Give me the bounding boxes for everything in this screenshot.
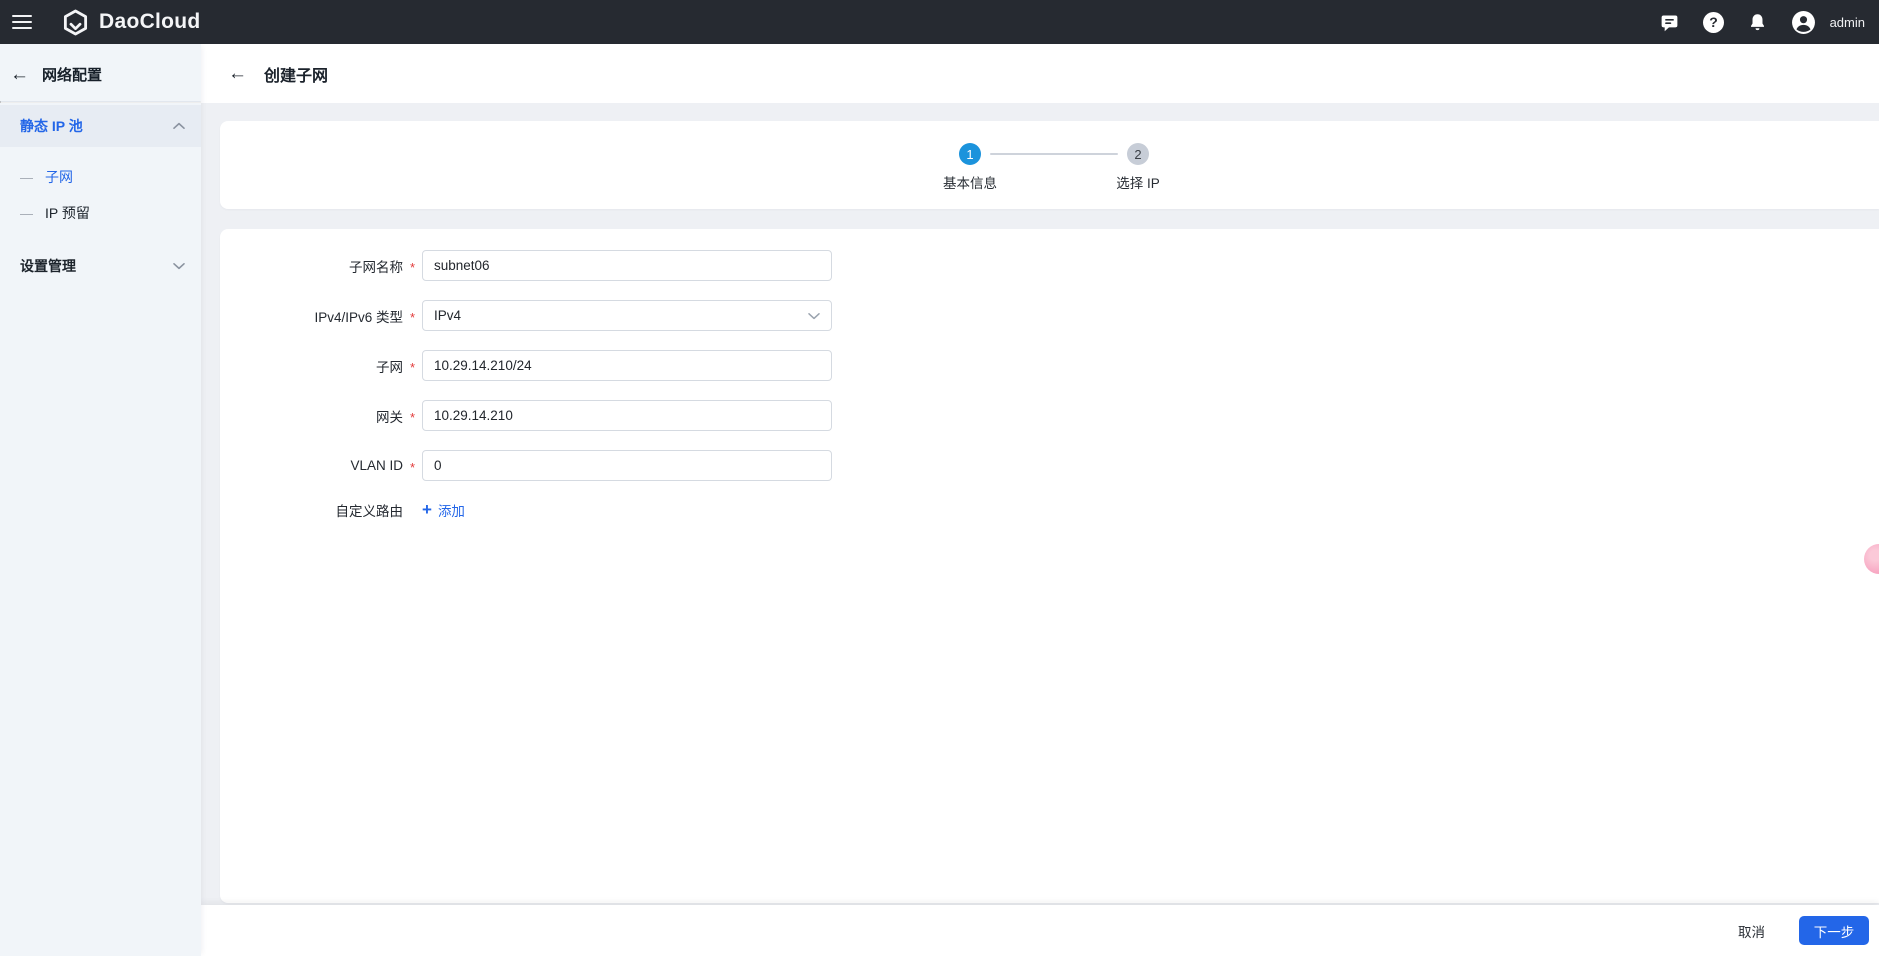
sidebar-back-arrow-icon[interactable]: ← [10, 65, 29, 84]
required-asterisk: * [409, 409, 416, 425]
footer-action-bar: 取消 下一步 [201, 905, 1879, 956]
sidebar-group-label: 静态 IP 池 [20, 118, 83, 134]
brand-logo[interactable]: DaoCloud [62, 9, 201, 36]
sidebar-divider [0, 101, 201, 103]
sidebar-group-static-ip-pool[interactable]: 静态 IP 池 [0, 105, 201, 147]
page-header: ← 创建子网 [201, 44, 1879, 103]
add-route-label: 添加 [437, 504, 465, 519]
stepper-card: 1 2 基本信息 选择 IP [220, 121, 1879, 209]
sidebar-item-label: 子网 [45, 169, 73, 185]
topbar: DaoCloud ? admin [0, 0, 1879, 44]
chevron-up-icon [173, 122, 185, 130]
main-content: ← 创建子网 1 2 基本信息 选择 IP 子网名称 * IPv4/IPv6 类… [201, 44, 1879, 956]
notifications-bell-icon[interactable] [1747, 11, 1769, 33]
step-1-label: 基本信息 [943, 176, 997, 191]
step-2-circle: 2 [1127, 143, 1149, 165]
field-label: VLAN ID [350, 458, 403, 473]
chevron-down-icon [173, 262, 185, 270]
field-label: 网关 [376, 409, 403, 425]
add-route-button[interactable]: + 添加 [422, 500, 465, 520]
subnet-name-input[interactable] [422, 250, 832, 281]
cancel-button[interactable]: 取消 [1732, 920, 1771, 942]
required-asterisk: * [409, 459, 416, 475]
next-step-button[interactable]: 下一步 [1799, 916, 1869, 945]
sidebar-item-label: IP 预留 [45, 205, 90, 221]
form-row-custom-route: 自定义路由 + 添加 [220, 500, 1879, 520]
dash-icon: — [20, 205, 33, 221]
gateway-input[interactable] [422, 400, 832, 431]
sidebar: ← 网络配置 静态 IP 池 — 子网 — IP 预留 设置管理 [0, 44, 201, 956]
page-title: 创建子网 [264, 67, 329, 85]
form-row-subnet-name: 子网名称 * [220, 250, 1879, 281]
dash-icon: — [20, 169, 33, 185]
hamburger-menu-icon[interactable] [12, 15, 32, 29]
form-row-subnet-cidr: 子网 * [220, 350, 1879, 381]
field-label: 子网 [376, 359, 403, 375]
ip-type-select[interactable]: IPv4 [422, 300, 832, 331]
vlan-id-input[interactable] [422, 450, 832, 481]
form-row-vlan-id: VLAN ID * [220, 450, 1879, 481]
brand-name: DaoCloud [99, 10, 201, 33]
messages-icon[interactable] [1659, 11, 1681, 33]
form-row-gateway: 网关 * [220, 400, 1879, 431]
step-connector-line [990, 153, 1118, 155]
sidebar-title: 网络配置 [42, 67, 103, 84]
sidebar-group-label: 设置管理 [20, 258, 76, 274]
form-row-ip-type: IPv4/IPv6 类型 * IPv4 [220, 300, 1879, 331]
form-card: 子网名称 * IPv4/IPv6 类型 * IPv4 子网 [220, 229, 1879, 903]
plus-icon: + [422, 499, 432, 519]
field-label: 自定义路由 [335, 504, 404, 519]
required-asterisk: * [409, 259, 416, 275]
sidebar-group-settings[interactable]: 设置管理 [0, 245, 201, 287]
field-label: 子网名称 [349, 259, 403, 275]
daocloud-cube-icon [62, 9, 89, 36]
chevron-down-icon [808, 312, 820, 320]
page-back-arrow-icon[interactable]: ← [228, 64, 247, 83]
avatar[interactable] [1791, 10, 1816, 35]
step-1-circle: 1 [959, 143, 981, 165]
sidebar-item-subnet[interactable]: — 子网 [0, 163, 201, 191]
subnet-cidr-input[interactable] [422, 350, 832, 381]
required-asterisk: * [409, 359, 416, 375]
required-asterisk: * [409, 309, 416, 325]
field-label: IPv4/IPv6 类型 [314, 309, 403, 325]
username-label[interactable]: admin [1830, 15, 1865, 30]
help-icon[interactable]: ? [1703, 11, 1725, 33]
step-2-label: 选择 IP [1116, 176, 1160, 191]
sidebar-item-ip-reservation[interactable]: — IP 预留 [0, 199, 201, 227]
ip-type-selected-value: IPv4 [434, 308, 462, 323]
